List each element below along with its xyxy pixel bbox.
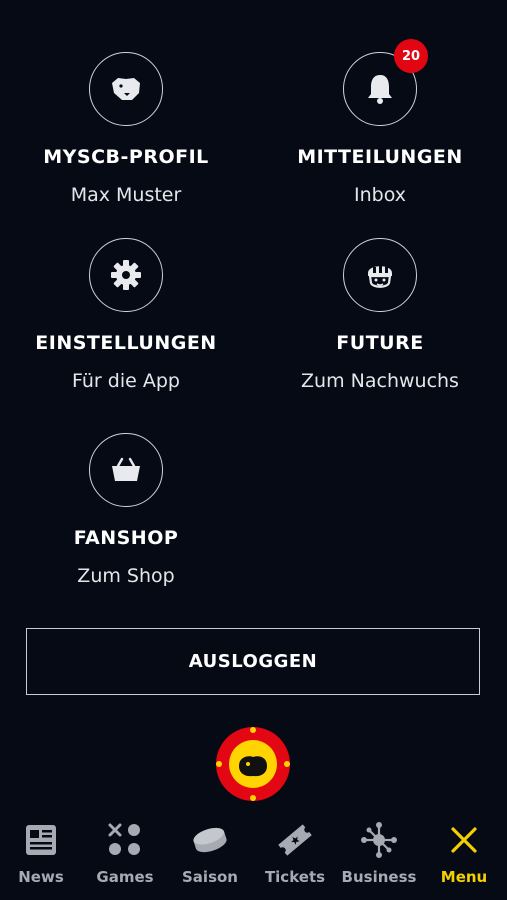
basket-icon [112, 457, 140, 481]
settings-tile[interactable]: EINSTELLUNGEN Für die App [6, 238, 246, 392]
fanshop-tile[interactable]: FANSHOP Zum Shop [6, 433, 246, 587]
logout-button[interactable]: AUSLOGGEN [26, 628, 480, 695]
kid-helmet-icon [368, 266, 392, 288]
tab-tickets-label: Tickets [264, 868, 326, 886]
tab-news-label: News [18, 868, 64, 886]
tab-news[interactable]: News [1, 820, 81, 886]
tab-business[interactable]: Business [339, 820, 419, 886]
bottom-tab-bar: News Games Saison Tickets Business Menu [0, 812, 507, 900]
tab-games[interactable]: Games [85, 820, 165, 886]
settings-icon-circle [89, 238, 163, 312]
fanshop-title: FANSHOP [73, 527, 179, 549]
sc-bern-logo [216, 727, 290, 801]
notifications-title: MITTEILUNGEN [297, 146, 463, 168]
settings-title: EINSTELLUNGEN [35, 332, 217, 354]
profile-subtitle: Max Muster [70, 184, 182, 206]
fanshop-icon-circle [89, 433, 163, 507]
gear-icon [111, 260, 141, 290]
puck-icon [193, 827, 227, 853]
bell-icon [368, 75, 392, 104]
tab-saison[interactable]: Saison [170, 820, 250, 886]
newspaper-icon [26, 825, 56, 855]
tab-saison-label: Saison [182, 868, 238, 886]
future-tile[interactable]: FUTURE Zum Nachwuchs [260, 238, 500, 392]
profile-title: MYSCB-PROFIL [43, 146, 209, 168]
notifications-icon-circle: 20 [343, 39, 428, 126]
notification-count-badge: 20 [394, 39, 428, 73]
tab-menu[interactable]: Menu [424, 820, 504, 886]
bear-head-icon [112, 78, 140, 100]
close-icon [451, 827, 477, 853]
ticket-icon [278, 824, 312, 856]
notifications-tile[interactable]: 20 MITTEILUNGEN Inbox [260, 39, 500, 206]
network-icon [361, 822, 397, 858]
tab-business-label: Business [341, 868, 417, 886]
games-icon [108, 823, 140, 855]
tab-games-label: Games [96, 868, 154, 886]
future-icon-circle [343, 238, 417, 312]
future-subtitle: Zum Nachwuchs [301, 370, 459, 392]
profile-tile[interactable]: MYSCB-PROFIL Max Muster [6, 52, 246, 206]
future-title: FUTURE [336, 332, 424, 354]
notifications-subtitle: Inbox [354, 184, 406, 206]
fanshop-subtitle: Zum Shop [77, 565, 175, 587]
tab-tickets[interactable]: Tickets [255, 820, 335, 886]
settings-subtitle: Für die App [72, 370, 180, 392]
profile-icon-circle [89, 52, 163, 126]
tab-menu-label: Menu [440, 868, 488, 886]
